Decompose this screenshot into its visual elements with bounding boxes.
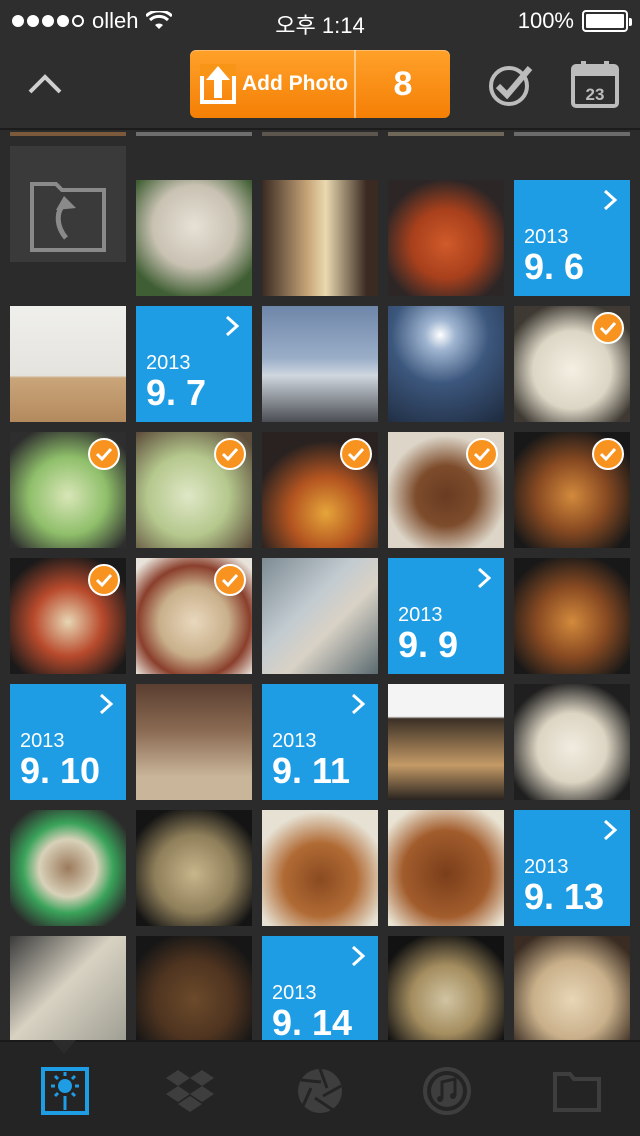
photo-thumbnail[interactable] xyxy=(262,432,378,548)
photo-thumbnail[interactable] xyxy=(10,306,126,422)
photo-thumbnail[interactable] xyxy=(262,306,378,422)
bottom-tab-bar xyxy=(0,1040,640,1136)
date-group-tile[interactable]: 2013 9. 9 xyxy=(388,558,504,674)
folder-up-icon xyxy=(30,182,106,252)
photo-thumbnail[interactable] xyxy=(388,810,504,926)
calendar-icon[interactable]: 23 xyxy=(570,60,620,110)
chevron-right-icon xyxy=(603,819,618,841)
date-group-tile[interactable]: 2013 9. 10 xyxy=(10,684,126,800)
photo-thumbnail[interactable] xyxy=(136,432,252,548)
photo-thumbnail[interactable] xyxy=(136,132,252,136)
photo-thumbnail[interactable] xyxy=(136,810,252,926)
date-group-tile[interactable]: 2013 9. 13 xyxy=(514,810,630,926)
selected-check-icon xyxy=(88,564,120,596)
photo-thumbnail[interactable] xyxy=(10,132,126,136)
date-monthday: 9. 11 xyxy=(272,750,351,791)
active-tab-indicator xyxy=(52,1040,76,1054)
date-monthday: 9. 14 xyxy=(272,1002,353,1040)
photo-thumbnail[interactable] xyxy=(262,132,378,136)
photo-thumbnail[interactable] xyxy=(136,684,252,800)
add-photo-label-area: Add Photo xyxy=(190,50,356,118)
chevron-right-icon xyxy=(477,567,492,589)
photo-thumbnail[interactable] xyxy=(388,306,504,422)
photo-thumbnail[interactable] xyxy=(10,432,126,548)
top-toolbar: Add Photo 8 23 xyxy=(0,40,640,130)
date-monthday: 9. 10 xyxy=(20,750,101,791)
photo-thumbnail[interactable] xyxy=(514,306,630,422)
status-right: 100% xyxy=(517,8,632,34)
calendar-day: 23 xyxy=(586,85,605,104)
selected-check-icon xyxy=(466,438,498,470)
selected-check-icon xyxy=(88,438,120,470)
upload-icon xyxy=(200,64,236,104)
collapse-chevron-up-icon[interactable] xyxy=(24,64,66,106)
photo-thumbnail[interactable] xyxy=(514,684,630,800)
up-folder-button[interactable] xyxy=(10,146,126,262)
date-monthday: 9. 9 xyxy=(398,624,459,665)
selected-check-icon xyxy=(214,438,246,470)
photo-thumbnail[interactable] xyxy=(262,180,378,296)
date-monthday: 9. 7 xyxy=(146,372,207,413)
date-group-tile[interactable]: 2013 9. 6 xyxy=(514,180,630,296)
folder-tab-icon[interactable] xyxy=(552,1066,602,1116)
date-monthday: 9. 6 xyxy=(524,246,585,287)
photo-grid: 2013 9. 6 2013 9. 7 2013 9. 9 2013 9. 10… xyxy=(0,132,640,1040)
selected-check-icon xyxy=(214,564,246,596)
add-photo-button[interactable]: Add Photo 8 xyxy=(190,50,450,118)
dropbox-tab-icon[interactable] xyxy=(165,1066,215,1116)
photo-thumbnail[interactable] xyxy=(10,810,126,926)
photo-thumbnail[interactable] xyxy=(514,558,630,674)
chevron-right-icon xyxy=(603,189,618,211)
photo-thumbnail[interactable] xyxy=(136,558,252,674)
photo-thumbnail[interactable] xyxy=(388,936,504,1040)
photo-thumbnail[interactable] xyxy=(388,684,504,800)
photo-thumbnail[interactable] xyxy=(262,810,378,926)
selected-check-icon xyxy=(340,438,372,470)
date-group-tile[interactable]: 2013 9. 14 xyxy=(262,936,378,1040)
photo-thumbnail[interactable] xyxy=(262,558,378,674)
photo-thumbnail[interactable] xyxy=(10,936,126,1040)
chevron-right-icon xyxy=(351,693,366,715)
photo-thumbnail[interactable] xyxy=(514,432,630,548)
photo-thumbnail[interactable] xyxy=(514,936,630,1040)
camera-aperture-tab-icon[interactable] xyxy=(295,1066,345,1116)
battery-percent: 100% xyxy=(517,8,574,33)
date-group-tile[interactable]: 2013 9. 11 xyxy=(262,684,378,800)
photos-tab-icon[interactable] xyxy=(40,1066,90,1116)
music-tab-icon[interactable] xyxy=(422,1066,472,1116)
battery-icon xyxy=(582,10,632,32)
date-group-tile[interactable]: 2013 9. 7 xyxy=(136,306,252,422)
selected-check-icon xyxy=(592,312,624,344)
photo-thumbnail[interactable] xyxy=(10,558,126,674)
chevron-right-icon xyxy=(351,945,366,967)
status-bar: olleh 오후 1:14 100% xyxy=(0,0,640,40)
chevron-right-icon xyxy=(225,315,240,337)
selected-check-icon xyxy=(592,438,624,470)
photo-thumbnail[interactable] xyxy=(388,132,504,136)
photo-thumbnail[interactable] xyxy=(388,432,504,548)
photo-thumbnail[interactable] xyxy=(514,132,630,136)
photo-thumbnail[interactable] xyxy=(136,180,252,296)
chevron-right-icon xyxy=(99,693,114,715)
photo-thumbnail[interactable] xyxy=(136,936,252,1040)
date-monthday: 9. 13 xyxy=(524,876,605,917)
add-photo-text: Add Photo xyxy=(242,72,349,95)
photo-thumbnail[interactable] xyxy=(388,180,504,296)
select-all-check-icon[interactable] xyxy=(486,60,536,110)
selected-count-badge: 8 xyxy=(393,64,413,103)
